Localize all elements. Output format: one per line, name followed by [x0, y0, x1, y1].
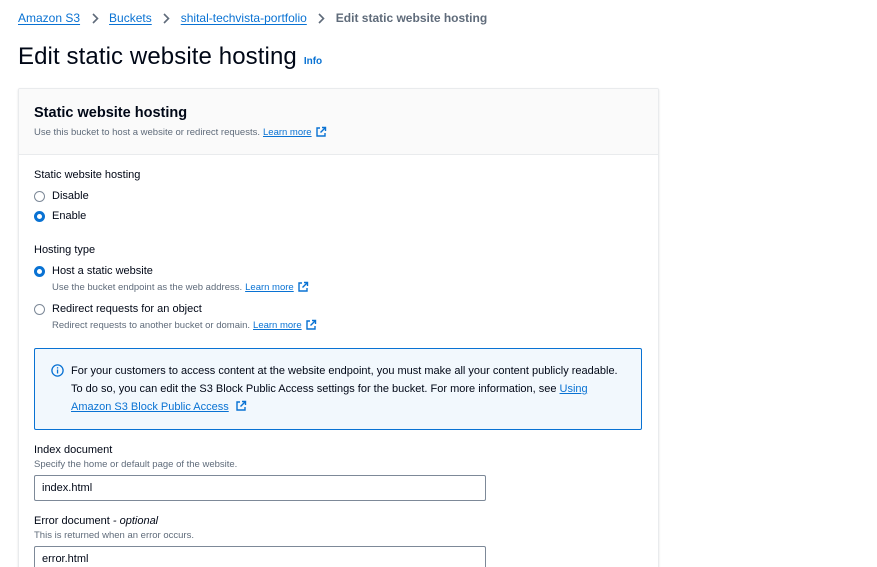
breadcrumb-bucket-name[interactable]: shital-techvista-portfolio — [181, 11, 307, 25]
chevron-right-icon — [317, 11, 327, 25]
radio-enable[interactable]: Enable — [34, 210, 642, 222]
error-document-label-text: Error document — [34, 515, 110, 527]
index-document-description: Specify the home or default page of the … — [34, 459, 238, 470]
learn-more-link[interactable]: Learn more — [263, 127, 312, 138]
chevron-right-icon — [162, 11, 172, 25]
hosting-type-label: Hosting type — [34, 244, 96, 256]
breadcrumb: Amazon S3 Buckets shital-techvista-portf… — [18, 11, 487, 25]
radio-host-static-website[interactable]: Host a static website — [34, 265, 642, 277]
learn-more-link[interactable]: Learn more — [253, 320, 302, 331]
learn-more-link[interactable]: Learn more — [245, 282, 294, 293]
radio-button[interactable] — [34, 303, 45, 315]
radio-label: Disable — [52, 190, 89, 202]
external-link-icon[interactable] — [305, 319, 317, 331]
radio-description: Redirect requests to another bucket or d… — [52, 319, 642, 331]
chevron-right-icon — [90, 11, 100, 25]
radio-button-selected[interactable] — [34, 265, 45, 277]
panel-body: Static website hosting Disable Enable Ho… — [19, 155, 658, 567]
index-document-group: Index document Specify the home or defau… — [34, 444, 642, 501]
breadcrumb-amazon-s3[interactable]: Amazon S3 — [18, 11, 80, 25]
static-website-hosting-panel: Static website hosting Use this bucket t… — [18, 88, 659, 567]
external-link-icon[interactable] — [315, 126, 327, 138]
panel-description-text: Use this bucket to host a website or red… — [34, 126, 260, 138]
error-document-label: Error document - optional — [34, 515, 642, 527]
info-link[interactable]: Info — [304, 56, 322, 67]
alert-text: For your customers to access content at … — [71, 362, 627, 429]
radio-button-selected[interactable] — [34, 210, 45, 222]
external-link-icon[interactable] — [235, 400, 247, 412]
radio-button[interactable] — [34, 190, 45, 202]
breadcrumb-buckets[interactable]: Buckets — [109, 11, 152, 25]
index-document-input[interactable] — [34, 475, 486, 501]
radio-redirect-requests[interactable]: Redirect requests for an object — [34, 303, 642, 315]
radio-description-text: Redirect requests to another bucket or d… — [52, 319, 251, 331]
radio-label: Host a static website — [52, 265, 153, 277]
panel-description: Use this bucket to host a website or red… — [34, 126, 643, 138]
radio-description: Use the bucket endpoint as the web addre… — [52, 281, 642, 293]
hosting-label: Static website hosting — [34, 169, 141, 181]
radio-label: Redirect requests for an object — [52, 303, 202, 315]
page-title: Edit static website hosting — [18, 43, 297, 70]
radio-label: Enable — [52, 210, 87, 222]
radio-description-text: Use the bucket endpoint as the web addre… — [52, 281, 243, 293]
error-document-description: This is returned when an error occurs. — [34, 530, 194, 541]
optional-tag: - optional — [112, 515, 159, 527]
breadcrumb-current: Edit static website hosting — [335, 11, 488, 25]
error-document-group: Error document - optional This is return… — [34, 515, 642, 567]
index-document-label: Index document — [34, 444, 113, 456]
error-document-input[interactable] — [34, 546, 486, 567]
radio-disable[interactable]: Disable — [34, 190, 642, 202]
page-header: Edit static website hosting Info — [18, 43, 322, 71]
info-circle-icon — [51, 364, 64, 377]
panel-header: Static website hosting Use this bucket t… — [19, 89, 658, 155]
panel-title: Static website hosting — [34, 105, 188, 121]
info-alert: For your customers to access content at … — [34, 348, 642, 430]
alert-message: For your customers to access content at … — [71, 365, 618, 395]
external-link-icon[interactable] — [297, 281, 309, 293]
